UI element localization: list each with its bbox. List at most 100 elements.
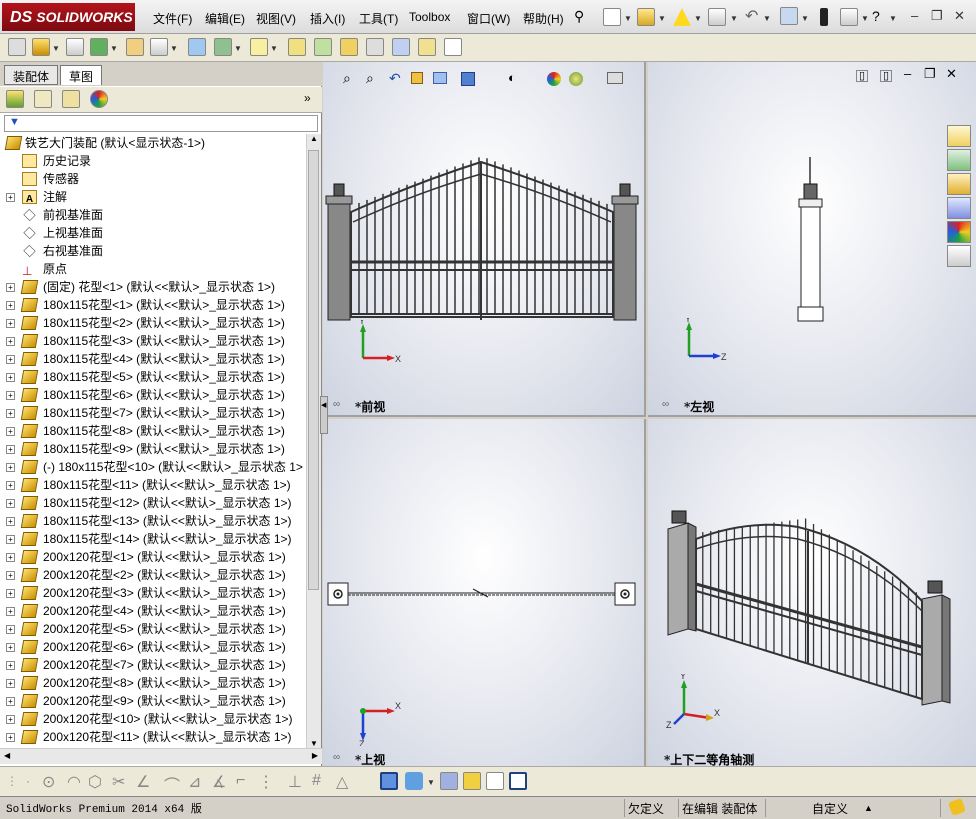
menu-help[interactable]: 帮助(H) <box>523 10 564 27</box>
expand-icon[interactable]: + <box>6 319 15 328</box>
view-palette-icon[interactable] <box>947 197 971 219</box>
expand-icon[interactable]: + <box>6 661 15 670</box>
feature-manager-icon[interactable] <box>6 90 24 108</box>
chevron-down-icon[interactable]: ▼ <box>427 778 435 787</box>
tree-item[interactable]: + (固定) 花型<1> (默认<<默认>_显示状态 1>) <box>0 278 306 296</box>
tree-item[interactable]: +200x120花型<6> (默认<<默认>_显示状态 1>) <box>0 638 306 656</box>
status-units[interactable]: 自定义 <box>812 800 848 817</box>
tree-item[interactable]: +200x120花型<11> (默认<<默认>_显示状态 1>) <box>0 728 306 746</box>
tree-item[interactable]: 上视基准面 <box>0 224 306 242</box>
smart-dimension-icon[interactable]: ⊥ <box>288 772 302 792</box>
tree-item[interactable]: +200x120花型<5> (默认<<默认>_显示状态 1>) <box>0 620 306 638</box>
view-selector-icon[interactable] <box>463 772 481 790</box>
expand-icon[interactable]: + <box>6 337 15 346</box>
offset-icon[interactable]: ∡ <box>212 772 226 792</box>
menu-window[interactable]: 窗口(W) <box>467 10 510 27</box>
scroll-right-icon[interactable]: ▶ <box>312 751 318 760</box>
section-icon[interactable] <box>440 772 458 790</box>
chevron-down-icon[interactable]: ▼ <box>110 44 118 53</box>
expand-icon[interactable]: + <box>6 391 15 400</box>
menu-insert[interactable]: 插入(I) <box>310 10 345 27</box>
explode-line-icon[interactable] <box>366 38 384 56</box>
reference-geometry-icon[interactable] <box>250 38 268 56</box>
edit-component-icon[interactable] <box>8 38 26 56</box>
expand-icon[interactable]: + <box>6 697 15 706</box>
new-document-icon[interactable] <box>603 8 621 26</box>
expand-icon[interactable]: + <box>6 427 15 436</box>
tree-item[interactable]: 右视基准面 <box>0 242 306 260</box>
expand-icon[interactable]: + <box>6 481 15 490</box>
viewport-top[interactable]: X Z ∞ *上视 <box>323 419 646 766</box>
menu-toolbox[interactable]: Toolbox <box>409 10 450 24</box>
expand-icon[interactable]: + <box>6 643 15 652</box>
tree-item[interactable]: 前视基准面 <box>0 206 306 224</box>
move-component-icon[interactable] <box>150 38 168 56</box>
chevron-down-icon[interactable]: ▼ <box>624 14 632 23</box>
chevron-down-icon[interactable]: ▼ <box>234 44 242 53</box>
expand-icon[interactable]: + <box>6 571 15 580</box>
mate-icon[interactable] <box>66 38 84 56</box>
tab-assembly[interactable]: 装配体 <box>4 65 59 85</box>
expand-icon[interactable]: + <box>6 535 15 544</box>
expand-icon[interactable]: + <box>6 499 15 508</box>
fillet-icon[interactable]: ⌒ <box>164 772 180 796</box>
four-view-icon[interactable] <box>509 772 527 790</box>
tree-item[interactable]: +200x120花型<4> (默认<<默认>_显示状态 1>) <box>0 602 306 620</box>
tree-item[interactable]: +200x120花型<8> (默认<<默认>_显示状态 1>) <box>0 674 306 692</box>
expand-icon[interactable]: + <box>6 355 15 364</box>
relations-icon[interactable]: △ <box>336 772 348 792</box>
solidworks-logo[interactable]: DS SOLIDWORKS <box>2 3 135 31</box>
assembly-features-icon[interactable] <box>214 38 232 56</box>
expand-icon[interactable]: + <box>6 715 15 724</box>
tab-sketch[interactable]: 草图 <box>60 65 103 85</box>
scroll-down-icon[interactable]: ▼ <box>310 739 318 748</box>
tree-item[interactable]: +200x120花型<9> (默认<<默认>_显示状态 1>) <box>0 692 306 710</box>
viewport-isometric[interactable]: Y X Z *上下二等角轴测 <box>648 419 976 766</box>
display-manager-icon[interactable] <box>90 90 108 108</box>
configuration-manager-icon[interactable] <box>62 90 80 108</box>
expand-icon[interactable]: + <box>6 517 15 526</box>
tree-item[interactable]: +200x120花型<1> (默认<<默认>_显示状态 1>) <box>0 548 306 566</box>
open-folder-icon[interactable] <box>637 8 655 26</box>
shaded-display-icon[interactable] <box>380 772 398 790</box>
tree-item[interactable]: +180x115花型<9> (默认<<默认>_显示状态 1>) <box>0 440 306 458</box>
tag-icon[interactable] <box>948 798 966 816</box>
chevron-down-icon[interactable]: ▼ <box>658 14 666 23</box>
chevron-down-icon[interactable]: ▼ <box>861 14 869 23</box>
chevron-down-icon[interactable]: ▼ <box>730 14 738 23</box>
panel-collapse-handle[interactable]: ◀ <box>320 396 328 434</box>
scroll-left-icon[interactable]: ◀ <box>4 751 10 760</box>
mirror-icon[interactable]: ⋮ <box>258 772 274 792</box>
menu-file[interactable]: 文件(F) <box>153 10 192 27</box>
tree-item[interactable]: +200x120花型<7> (默认<<默认>_显示状态 1>) <box>0 656 306 674</box>
grid-icon[interactable]: # <box>312 772 321 790</box>
expand-icon[interactable]: + <box>6 409 15 418</box>
expand-icon[interactable]: + <box>6 607 15 616</box>
link-views-icon[interactable]: ∞ <box>333 752 340 763</box>
expand-icon[interactable]: + <box>6 733 15 742</box>
rebuild-warning-icon[interactable] <box>673 8 691 26</box>
chamfer-icon[interactable]: ⊿ <box>188 772 201 792</box>
tree-item[interactable]: +180x115花型<4> (默认<<默认>_显示状态 1>) <box>0 350 306 368</box>
new-motion-study-icon[interactable] <box>288 38 306 56</box>
convert-entities-icon[interactable]: ⌐ <box>236 772 245 790</box>
design-library-icon[interactable] <box>947 149 971 171</box>
extend-icon[interactable]: ∠ <box>136 772 150 792</box>
smart-fasteners-icon[interactable] <box>126 38 144 56</box>
linear-pattern-icon[interactable] <box>90 38 108 56</box>
scroll-up-icon[interactable]: ▲ <box>310 134 318 143</box>
expand-icon[interactable]: + <box>6 301 15 310</box>
expand-icon[interactable]: + <box>6 445 15 454</box>
close-icon[interactable]: ✕ <box>954 8 965 24</box>
viewport-left[interactable]: ▯ ▯ – ❐ ✕ Y Z ∞ *左视 <box>648 62 976 417</box>
select-cursor-icon[interactable] <box>780 7 798 25</box>
link-views-icon[interactable]: ∞ <box>662 399 669 410</box>
single-view-icon[interactable] <box>486 772 504 790</box>
tree-item[interactable]: +180x115花型<8> (默认<<默认>_显示状态 1>) <box>0 422 306 440</box>
traffic-light-icon[interactable] <box>820 8 828 26</box>
tree-item[interactable]: +180x115花型<6> (默认<<默认>_显示状态 1>) <box>0 386 306 404</box>
point-icon[interactable]: · <box>26 774 30 788</box>
show-hidden-icon[interactable] <box>188 38 206 56</box>
hidden-lines-icon[interactable] <box>405 772 423 790</box>
custom-properties-icon[interactable] <box>947 245 971 267</box>
